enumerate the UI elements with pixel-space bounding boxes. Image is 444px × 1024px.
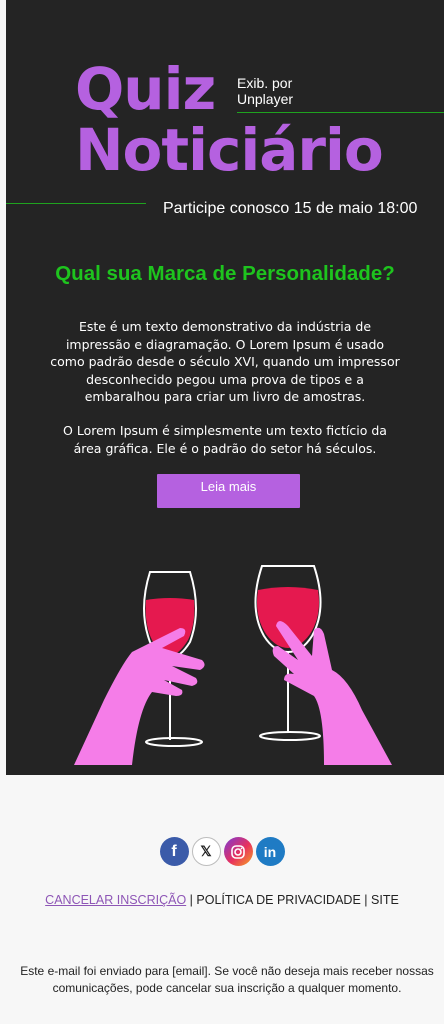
instagram-glyph — [231, 844, 245, 859]
right-hand — [272, 621, 392, 765]
footer-links: CANCELAR INSCRIÇÃO | POLÍTICA DE PRIVACI… — [0, 893, 444, 907]
footer-separator: | — [364, 893, 368, 907]
instagram-icon[interactable] — [223, 837, 253, 866]
hero-section: Quiz Noticiário Exib. por Unplayer Parti… — [6, 0, 444, 775]
byline-label: Exib. por — [237, 75, 293, 91]
divider-right — [237, 112, 444, 113]
footer-separator: | — [189, 893, 193, 907]
unsubscribe-link[interactable]: CANCELAR INSCRIÇÃO — [45, 893, 186, 907]
body-paragraph-1: Este é um texto demonstrativo da indústr… — [50, 319, 400, 404]
privacy-policy-link[interactable]: POLÍTICA DE PRIVACIDADE — [196, 893, 360, 907]
facebook-icon[interactable]: f — [159, 837, 189, 866]
event-date: Participe conosco 15 de maio 18:00 — [163, 200, 418, 217]
body-paragraph-2: O Lorem Ipsum é simplesmente um texto fi… — [63, 423, 387, 456]
byline-brand: Unplayer — [237, 91, 294, 107]
wine-toast-illustration — [74, 565, 392, 765]
x-icon[interactable]: 𝕏 — [191, 837, 221, 866]
byline: Exib. por Unplayer — [237, 75, 293, 107]
read-more-button[interactable]: Leia mais — [157, 474, 300, 508]
site-link[interactable]: SITE — [371, 893, 399, 907]
logo-quiz: Quiz — [75, 55, 216, 123]
social-links: f 𝕏 in — [0, 837, 444, 866]
footer-disclaimer: Este e-mail foi enviado para [email]. Se… — [20, 964, 434, 995]
logo-noticiario: Noticiário — [75, 116, 384, 184]
divider-left — [6, 203, 146, 204]
headline-question: Qual sua Marca de Personalidade? — [55, 262, 395, 285]
linkedin-icon[interactable]: in — [255, 837, 285, 866]
